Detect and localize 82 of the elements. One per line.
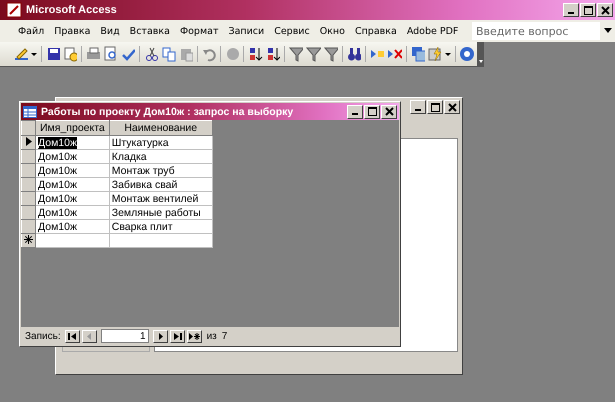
menu-item[interactable]: Правка — [50, 24, 94, 38]
maximize-icon — [584, 6, 592, 14]
lightning-icon[interactable] — [428, 46, 442, 62]
menu-item[interactable]: Окно — [316, 24, 349, 38]
record-count: 7 — [222, 330, 228, 342]
table-cell: Сварка плит — [109, 220, 212, 234]
datasheet-icon — [23, 106, 37, 118]
new-record-button[interactable] — [186, 330, 202, 342]
current-row-icon — [26, 136, 32, 146]
preview-icon[interactable] — [103, 46, 118, 62]
close-button[interactable] — [597, 3, 613, 17]
menu-item[interactable]: Сервис — [270, 24, 314, 38]
record-label: Запись: — [25, 330, 61, 342]
last-icon — [172, 332, 182, 340]
table-cell: Забивка свай — [109, 178, 212, 192]
table-cell: Дом10ж — [36, 136, 110, 150]
menu-item[interactable]: Файл — [14, 24, 48, 38]
sort-icon[interactable] — [266, 46, 280, 62]
record-of-label: из — [206, 330, 217, 342]
asterisk-icon — [24, 234, 33, 244]
new-record-icon — [188, 332, 200, 340]
filter-icon[interactable] — [306, 46, 321, 62]
menu-item[interactable]: Вставка — [126, 24, 174, 38]
caret-icon[interactable] — [604, 28, 612, 34]
filter-icon[interactable] — [324, 46, 338, 62]
minimize-button[interactable] — [563, 3, 579, 17]
minimize-button[interactable] — [410, 100, 426, 114]
help-icon[interactable] — [459, 46, 474, 62]
table-cell: Монтаж труб — [109, 164, 212, 178]
window-title: Работы по проекту Дом10ж : запрос на выборку — [41, 106, 294, 118]
copy-icon[interactable] — [161, 46, 176, 62]
filter-icon[interactable] — [288, 46, 304, 62]
table-cell: Дом10ж — [36, 150, 110, 164]
row-selector[interactable] — [22, 234, 36, 248]
table-cell: Дом10ж — [36, 192, 110, 206]
toolbar-options-icon[interactable] — [476, 42, 484, 66]
record-number-field[interactable]: 1 — [100, 329, 149, 343]
minimize-icon — [415, 108, 421, 110]
previous-record-button[interactable] — [82, 330, 97, 342]
table-cell: Монтаж вентилей — [109, 192, 212, 206]
binoculars-icon[interactable] — [346, 46, 362, 62]
close-button[interactable] — [444, 100, 460, 114]
pencil-icon[interactable] — [14, 46, 28, 62]
row-selector[interactable] — [22, 136, 36, 150]
window-title: Microsoft Access — [26, 4, 118, 16]
next-record-button[interactable] — [152, 330, 168, 342]
table-cell: Дом10ж — [36, 220, 110, 234]
print-icon[interactable] — [86, 46, 100, 62]
previous-icon — [84, 332, 94, 340]
menu-item[interactable]: Adobe PDF — [402, 24, 462, 38]
maximize-button[interactable] — [580, 3, 596, 17]
save-icon[interactable] — [46, 46, 60, 62]
maximize-button[interactable] — [427, 100, 443, 114]
column-header[interactable]: Наименование — [109, 120, 212, 136]
close-icon — [448, 102, 456, 112]
close-button[interactable] — [381, 104, 397, 118]
help-search-field[interactable]: Введите вопрос — [472, 22, 600, 40]
minimize-button[interactable] — [347, 104, 363, 118]
close-icon — [384, 107, 394, 116]
maximize-button[interactable] — [364, 104, 380, 118]
menu-item[interactable]: Формат — [176, 24, 222, 38]
first-icon — [68, 332, 77, 340]
first-record-button[interactable] — [64, 330, 80, 342]
table-cell: Кладка — [109, 150, 212, 164]
maximize-icon — [368, 107, 376, 116]
table-cell: Штукатурка — [109, 136, 212, 150]
scissors-icon[interactable] — [144, 46, 158, 62]
table-cell: Дом10ж — [36, 178, 110, 192]
column-header[interactable]: Имя_проекта — [36, 120, 110, 136]
maximize-icon — [430, 102, 440, 112]
windows-icon[interactable] — [410, 46, 425, 62]
menu-item[interactable]: Справка — [350, 24, 401, 38]
sort-icon[interactable] — [248, 46, 263, 62]
menu-item[interactable]: Записи — [224, 24, 268, 38]
table-cell: Дом10ж — [36, 164, 110, 178]
close-icon — [600, 6, 610, 14]
table-cell: Земляные работы — [109, 206, 212, 220]
minimize-icon — [568, 12, 574, 14]
table-cell: Дом10ж — [36, 206, 110, 220]
menu-item[interactable]: Вид — [96, 24, 124, 38]
minimize-icon — [352, 113, 358, 115]
last-record-button[interactable] — [170, 330, 185, 342]
